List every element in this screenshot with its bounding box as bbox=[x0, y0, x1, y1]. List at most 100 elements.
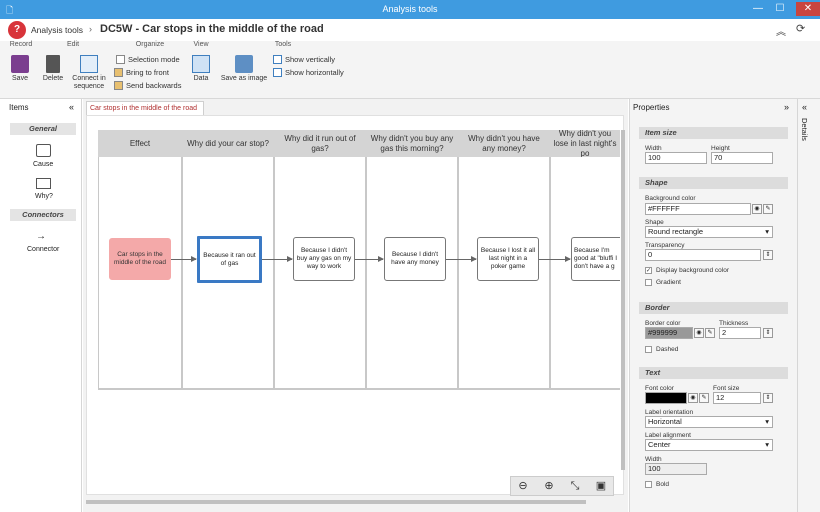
group-organize: Organize bbox=[135, 41, 165, 48]
zoom-out-icon[interactable]: ⊖ bbox=[514, 479, 532, 493]
section-shape: Shape bbox=[639, 177, 788, 189]
why-table-icon[interactable] bbox=[36, 178, 51, 189]
page-title: DC5W - Car stops in the middle of the ro… bbox=[100, 23, 324, 35]
zoom-toolbar: ⊖ ⊕ ⤡ ▣ bbox=[510, 476, 614, 496]
checkmark-icon: ✓ bbox=[645, 267, 652, 274]
text-width-label: Width bbox=[645, 456, 662, 463]
column-header-1[interactable]: Why did your car stop? bbox=[182, 130, 274, 157]
collapse-ribbon-icon[interactable]: ︽ bbox=[776, 23, 786, 38]
effect-node[interactable]: Car stops in the middle of the road bbox=[109, 238, 171, 280]
height-input[interactable]: 70 bbox=[711, 152, 773, 164]
window-title: Analysis tools bbox=[382, 4, 438, 14]
color-picker-icon[interactable]: ✎ bbox=[763, 204, 773, 214]
collapse-right-icon[interactable]: » bbox=[784, 102, 789, 112]
cause-node-2[interactable]: Because I didn't buy any gas on my way t… bbox=[293, 237, 355, 281]
shape-label: Shape bbox=[645, 219, 664, 226]
spinner-icon[interactable]: ⇕ bbox=[763, 393, 773, 403]
dashed-checkbox[interactable]: Dashed bbox=[645, 346, 678, 353]
spinner-icon[interactable]: ⇕ bbox=[763, 250, 773, 260]
group-view: View bbox=[193, 41, 209, 48]
height-label: Height bbox=[711, 145, 730, 152]
cause-node-1[interactable]: Because it ran out of gas bbox=[197, 236, 262, 283]
text-width-input[interactable]: 100 bbox=[645, 463, 707, 475]
fit-to-screen-icon[interactable]: ⤡ bbox=[566, 479, 584, 493]
label-alignment-select[interactable]: Center ▾ bbox=[645, 439, 773, 451]
save-button[interactable]: Save bbox=[8, 55, 32, 83]
expand-details-icon[interactable]: « bbox=[802, 102, 807, 112]
border-color-input[interactable]: #999999 bbox=[645, 327, 693, 339]
cause-node-3[interactable]: Because I didn't have any money bbox=[384, 237, 446, 281]
maximize-button[interactable]: ☐ bbox=[772, 2, 788, 16]
cause-label: Cause bbox=[33, 161, 54, 168]
shape-select[interactable]: Round rectangle ▾ bbox=[645, 226, 773, 238]
delete-button[interactable]: Delete bbox=[40, 55, 66, 83]
dropdown-arrow-icon: ▾ bbox=[765, 227, 769, 236]
details-sidebar bbox=[797, 99, 820, 512]
data-button[interactable]: Data bbox=[188, 55, 214, 83]
width-label: Width bbox=[645, 145, 662, 152]
collapse-left-icon[interactable]: « bbox=[69, 102, 74, 112]
show-horizontally-button[interactable]: Show horizontally bbox=[273, 68, 344, 77]
border-color-label: Border color bbox=[645, 320, 681, 327]
background-color-input[interactable]: #FFFFFF bbox=[645, 203, 751, 215]
horizontal-layout-icon bbox=[273, 68, 282, 77]
column-header-4[interactable]: Why didn't you have any money? bbox=[458, 130, 550, 157]
connector-arrow-5[interactable] bbox=[539, 256, 571, 262]
connector-arrow-1[interactable] bbox=[171, 256, 197, 262]
save-as-image-button[interactable]: Save as image bbox=[220, 55, 268, 83]
color-picker-icon[interactable]: ✎ bbox=[705, 328, 715, 338]
image-icon[interactable]: ▣ bbox=[592, 479, 610, 493]
eye-icon[interactable]: ◉ bbox=[694, 328, 704, 338]
app-name[interactable]: Analysis tools bbox=[31, 25, 83, 35]
close-button[interactable]: ✕ bbox=[796, 2, 820, 16]
column-header-3[interactable]: Why didn't you buy any gas this morning? bbox=[366, 130, 458, 157]
section-item-size: Item size bbox=[639, 127, 788, 139]
bold-checkbox[interactable]: Bold bbox=[645, 481, 669, 488]
label-alignment-label: Label alignment bbox=[645, 432, 691, 439]
refresh-icon[interactable]: ⟳ bbox=[796, 22, 805, 35]
background-color-label: Background color bbox=[645, 195, 696, 202]
section-connectors: Connectors bbox=[10, 209, 76, 221]
horizontal-scrollbar[interactable] bbox=[86, 500, 586, 504]
app-logo-icon: ? bbox=[8, 21, 26, 39]
eye-icon[interactable]: ◉ bbox=[688, 393, 698, 403]
selection-mode-toggle[interactable]: Selection mode bbox=[116, 55, 180, 64]
color-picker-icon[interactable]: ✎ bbox=[699, 393, 709, 403]
checkbox-icon bbox=[116, 55, 125, 64]
connector-arrow-2[interactable] bbox=[262, 256, 293, 262]
column-header-effect[interactable]: Effect bbox=[98, 130, 182, 157]
column-header-5[interactable]: Why didn't you lose in last night's po bbox=[550, 130, 620, 157]
send-back-icon bbox=[114, 81, 123, 90]
connector-arrow-icon[interactable]: → bbox=[36, 231, 46, 242]
label-orientation-select[interactable]: Horizontal ▾ bbox=[645, 416, 773, 428]
font-color-swatch[interactable] bbox=[645, 392, 687, 404]
details-tab[interactable]: Details bbox=[800, 118, 809, 141]
why-label: Why? bbox=[35, 193, 53, 200]
connect-in-sequence-button[interactable]: Connect in sequence bbox=[70, 55, 108, 91]
thickness-label: Thickness bbox=[719, 320, 749, 327]
minimize-button[interactable]: — bbox=[750, 2, 766, 16]
connect-icon bbox=[80, 55, 98, 73]
zoom-in-icon[interactable]: ⊕ bbox=[540, 479, 558, 493]
column-header-2[interactable]: Why did it run out of gas? bbox=[274, 130, 366, 157]
document-tab[interactable]: Car stops in the middle of the road bbox=[86, 101, 204, 115]
font-size-input[interactable]: 12 bbox=[713, 392, 761, 404]
bring-to-front-button[interactable]: Bring to front bbox=[114, 68, 169, 77]
spinner-icon[interactable]: ⇕ bbox=[763, 328, 773, 338]
send-backwards-button[interactable]: Send backwards bbox=[114, 81, 181, 90]
eye-icon[interactable]: ◉ bbox=[752, 204, 762, 214]
width-input[interactable]: 100 bbox=[645, 152, 707, 164]
cause-shape-icon[interactable] bbox=[36, 144, 51, 157]
connector-arrow-4[interactable] bbox=[446, 256, 477, 262]
show-vertically-button[interactable]: Show vertically bbox=[273, 55, 335, 64]
gradient-checkbox[interactable]: Gradient bbox=[645, 279, 681, 286]
cause-node-4[interactable]: Because I lost it all last night in a po… bbox=[477, 237, 539, 281]
thickness-input[interactable]: 2 bbox=[719, 327, 761, 339]
breadcrumb-separator: › bbox=[89, 24, 92, 34]
display-bg-checkbox[interactable]: ✓ Display background color bbox=[645, 267, 729, 274]
transparency-input[interactable]: 0 bbox=[645, 249, 761, 261]
cause-node-5[interactable]: Because I'm good at "bluffi I don't have… bbox=[571, 237, 620, 281]
connector-arrow-3[interactable] bbox=[355, 256, 384, 262]
section-text: Text bbox=[639, 367, 788, 379]
vertical-scrollbar[interactable] bbox=[621, 130, 625, 470]
